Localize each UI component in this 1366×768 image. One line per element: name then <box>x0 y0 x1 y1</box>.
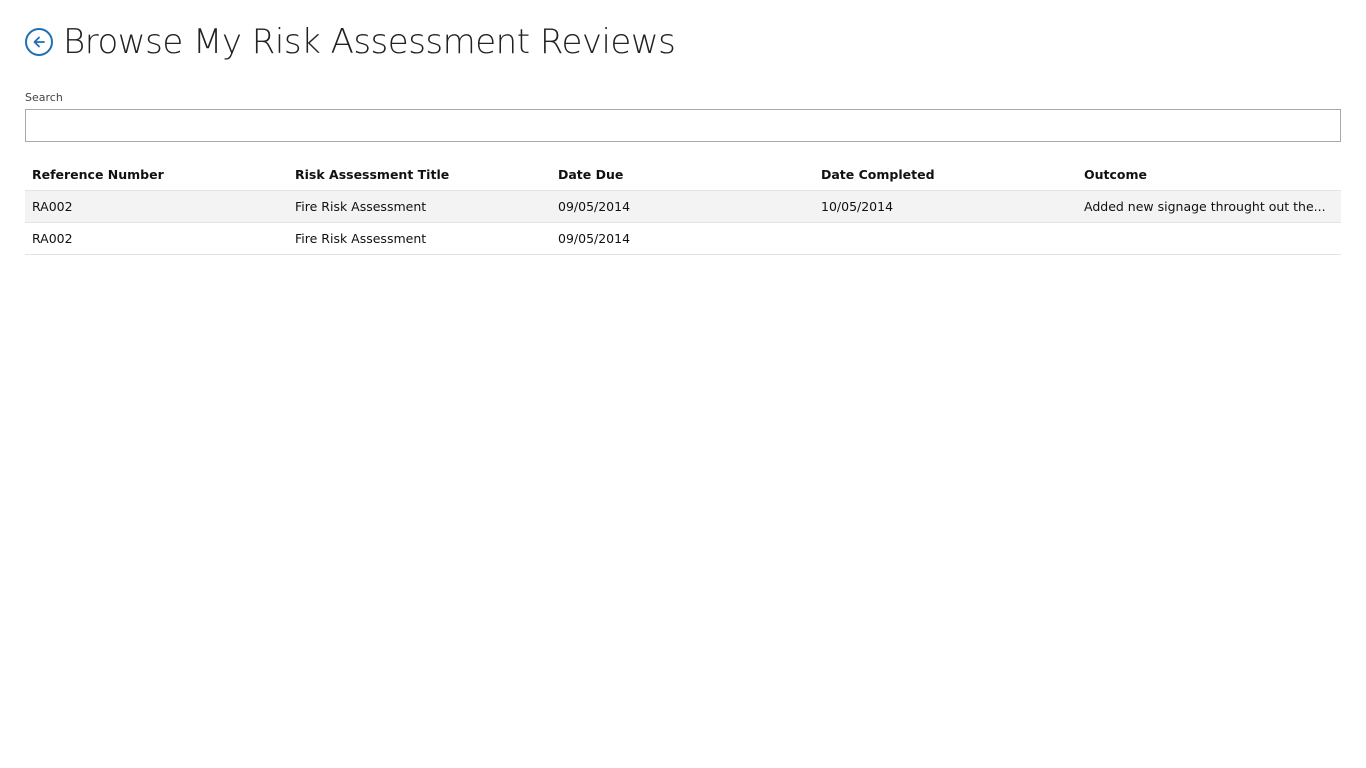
back-button[interactable] <box>25 28 53 56</box>
search-label: Search <box>25 91 63 104</box>
reference-number-cell: RA002 <box>32 199 73 214</box>
search-input[interactable] <box>25 109 1341 142</box>
outcome-cell: Added new signage throught out the... <box>1084 199 1326 214</box>
risk-assessment-title-cell: Fire Risk Assessment <box>295 231 427 246</box>
risk-assessment-title-cell: Fire Risk Assessment <box>295 199 427 214</box>
page-title: Browse My Risk Assessment Reviews <box>63 22 676 62</box>
column-header-risk-assessment-title[interactable]: Risk Assessment Title <box>288 167 551 182</box>
column-header-reference-number[interactable]: Reference Number <box>25 167 288 182</box>
column-header-date-completed[interactable]: Date Completed <box>814 167 1077 182</box>
column-header-date-due[interactable]: Date Due <box>551 167 814 182</box>
arrow-left-icon <box>33 36 45 48</box>
column-header-outcome[interactable]: Outcome <box>1077 167 1341 182</box>
table-header-row: Reference Number Risk Assessment Title D… <box>25 159 1341 191</box>
table-row[interactable]: RA002 Fire Risk Assessment 09/05/2014 <box>25 223 1341 255</box>
page-header: Browse My Risk Assessment Reviews <box>25 20 676 64</box>
reference-number-cell: RA002 <box>32 231 73 246</box>
reviews-table: Reference Number Risk Assessment Title D… <box>25 159 1341 255</box>
date-due-cell: 09/05/2014 <box>558 199 631 214</box>
table-row[interactable]: RA002 Fire Risk Assessment 09/05/2014 10… <box>25 191 1341 223</box>
date-completed-cell: 10/05/2014 <box>821 199 894 214</box>
date-due-cell: 09/05/2014 <box>558 231 631 246</box>
